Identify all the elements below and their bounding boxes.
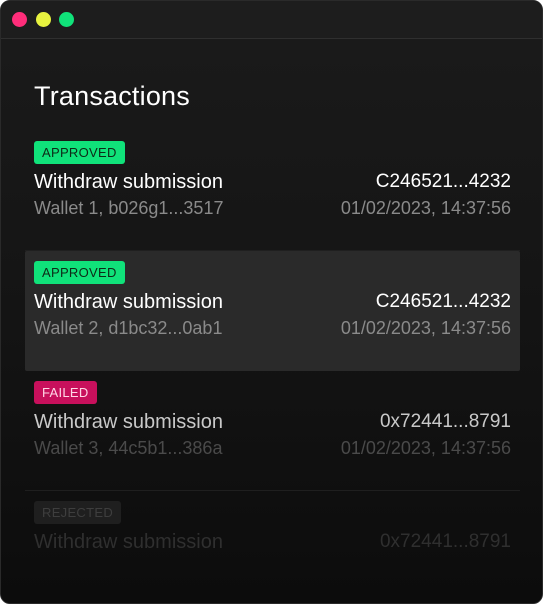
main-content: Transactions APPROVED Withdraw submissio… — [1, 39, 542, 603]
transaction-timestamp: 01/02/2023, 14:37:56 — [340, 198, 511, 218]
app-window: Transactions APPROVED Withdraw submissio… — [0, 0, 543, 604]
minimize-window-button[interactable] — [36, 12, 51, 27]
transaction-wallet: Wallet 1, b026g1...3517 — [34, 198, 224, 218]
transaction-reference: 0x72441...8791 — [379, 531, 511, 552]
transaction-row[interactable]: REJECTED Withdraw submission 0x72441...8… — [25, 491, 520, 603]
status-badge: REJECTED — [34, 501, 122, 524]
transaction-title: Withdraw submission — [34, 291, 223, 313]
transaction-timestamp: 01/02/2023, 14:37:56 — [340, 318, 511, 338]
transaction-title: Withdraw submission — [34, 411, 223, 433]
title-bar — [1, 1, 542, 39]
transaction-row[interactable]: APPROVED Withdraw submission C246521...4… — [25, 251, 520, 371]
transaction-reference: C246521...4232 — [375, 291, 511, 312]
transaction-reference: 0x72441...8791 — [379, 411, 511, 432]
status-badge: APPROVED — [34, 261, 125, 284]
close-window-button[interactable] — [12, 12, 27, 27]
transaction-timestamp: 01/02/2023, 14:37:56 — [340, 438, 511, 458]
transaction-list: APPROVED Withdraw submission C246521...4… — [25, 131, 520, 603]
transaction-row[interactable]: APPROVED Withdraw submission C246521...4… — [25, 131, 520, 251]
status-badge: APPROVED — [34, 141, 125, 164]
transaction-row[interactable]: FAILED Withdraw submission 0x72441...879… — [25, 371, 520, 491]
transaction-title: Withdraw submission — [34, 531, 223, 553]
status-badge: FAILED — [34, 381, 97, 404]
maximize-window-button[interactable] — [59, 12, 74, 27]
transaction-title: Withdraw submission — [34, 171, 223, 193]
transaction-wallet: Wallet 2, d1bc32...0ab1 — [34, 318, 223, 338]
transaction-reference: C246521...4232 — [375, 171, 511, 192]
page-title: Transactions — [34, 81, 190, 111]
transaction-wallet: Wallet 3, 44c5b1...386a — [34, 438, 223, 458]
